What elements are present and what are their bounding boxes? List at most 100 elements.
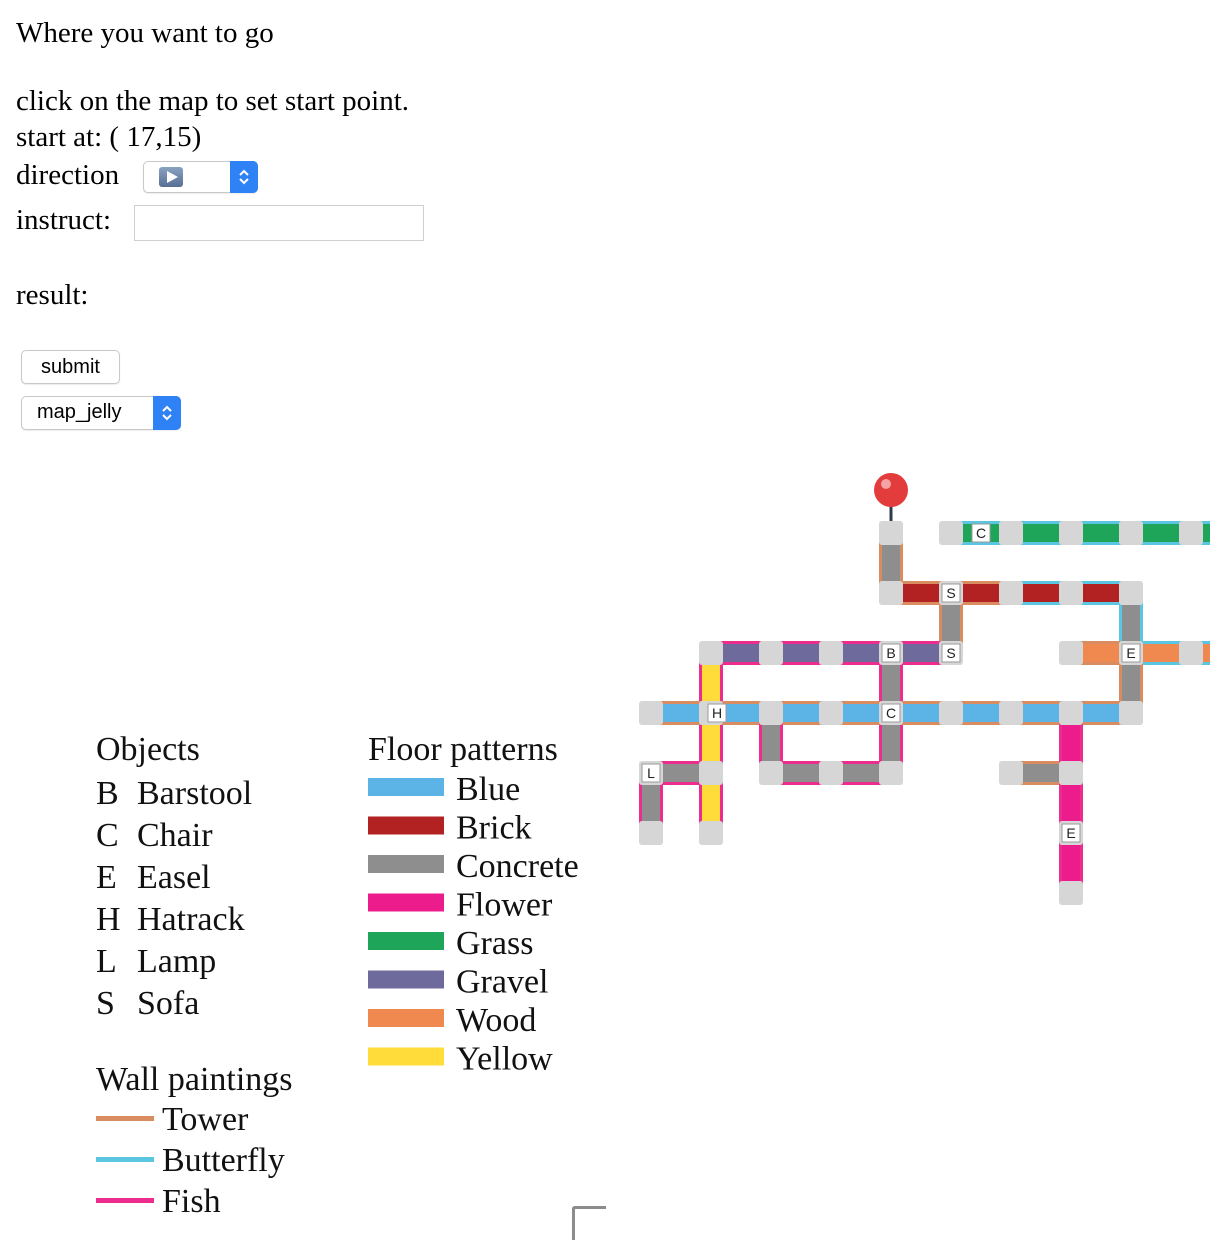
map-node[interactable]	[699, 761, 723, 785]
legend-walls: Wall paintings Tower Butterfly Fish	[96, 1061, 293, 1220]
legend-floor-name: Flower	[456, 887, 553, 924]
legend-wall-name: Tower	[162, 1101, 249, 1138]
legend-floor-swatch	[368, 932, 444, 950]
map-node[interactable]	[1059, 761, 1083, 785]
map-node[interactable]	[879, 761, 903, 785]
legend-object-code: H	[96, 901, 121, 938]
direction-select[interactable]	[143, 161, 258, 193]
legend-object-code: B	[96, 775, 119, 812]
legend-wall-name: Butterfly	[162, 1142, 285, 1179]
pin-highlight	[881, 479, 891, 489]
start-point-readout: start at: ( 17,15)	[16, 121, 202, 153]
map-node[interactable]	[1179, 521, 1203, 545]
legend-object-name: Chair	[137, 817, 213, 854]
map-node[interactable]	[1059, 521, 1083, 545]
resize-handle[interactable]	[572, 1206, 606, 1240]
map-node[interactable]	[1119, 521, 1143, 545]
legend-floor-swatch	[368, 816, 444, 835]
legend-wall-name: Fish	[162, 1183, 221, 1220]
map-node[interactable]	[1179, 641, 1203, 665]
legend-wall-swatch	[96, 1198, 154, 1203]
legend-floors: Floor patterns BlueBrickConcreteFlowerGr…	[368, 731, 579, 1078]
map-object-label: C	[886, 705, 896, 721]
map-node[interactable]	[999, 761, 1023, 785]
legend-objects: Objects B Barstool C Chair E Easel H Hatrack L La…	[96, 731, 252, 1022]
map-node[interactable]	[1059, 641, 1083, 665]
legend-object-name: Sofa	[137, 985, 199, 1022]
legend-object-name: Hatrack	[137, 901, 245, 938]
map-object-label: C	[976, 525, 986, 541]
map-node[interactable]	[879, 581, 903, 605]
map-object-label: E	[1066, 825, 1075, 841]
map-object-label: H	[712, 705, 722, 721]
map-node[interactable]	[879, 521, 903, 545]
map-node[interactable]	[699, 641, 723, 665]
legend-walls-title: Wall paintings	[96, 1061, 293, 1098]
map-object-label: S	[946, 585, 955, 601]
map-node[interactable]	[819, 701, 843, 725]
map-node[interactable]	[1119, 701, 1143, 725]
legend-floor-swatch	[368, 893, 444, 912]
legend-floor-swatch	[368, 1047, 444, 1066]
map-node[interactable]	[639, 701, 663, 725]
legend-object-code: C	[96, 817, 119, 854]
map-node[interactable]	[819, 641, 843, 665]
click-instruction-text: click on the map to set start point.	[16, 85, 410, 117]
legend-floor-swatch	[368, 855, 444, 873]
map-select-value: map_jelly	[37, 401, 122, 423]
legend-object-name: Lamp	[137, 943, 216, 980]
direction-label: direction	[16, 159, 120, 191]
legend-object-name: Easel	[137, 859, 211, 896]
map-object-label: B	[886, 645, 895, 661]
map-object-label: L	[647, 765, 655, 781]
location-pin-icon	[874, 473, 908, 507]
map-node[interactable]	[819, 761, 843, 785]
legend-floor-name: Gravel	[456, 964, 549, 1001]
map-canvas[interactable]: CHSLBSEHCLE	[630, 468, 1210, 918]
instruct-input[interactable]	[134, 205, 424, 241]
map-object-label: E	[1126, 645, 1135, 661]
start-pin	[874, 473, 908, 521]
map-node[interactable]	[939, 521, 963, 545]
legend-floor-swatch	[368, 778, 444, 796]
legend-floor-name: Wood	[456, 1002, 536, 1039]
map-node[interactable]	[1059, 881, 1083, 905]
map-node[interactable]	[999, 521, 1023, 545]
legend-objects-title: Objects	[96, 731, 200, 768]
map-node[interactable]	[759, 701, 783, 725]
map-node[interactable]	[939, 701, 963, 725]
legend-object-code: E	[96, 859, 117, 896]
legend-floor-name: Concrete	[456, 848, 579, 885]
map-node[interactable]	[639, 821, 663, 845]
legend-floor-swatch	[368, 970, 444, 989]
result-label: result:	[16, 279, 89, 311]
map-node[interactable]	[999, 701, 1023, 725]
map-legend: Objects B Barstool C Chair E Easel H Hatrack L La…	[96, 731, 579, 1220]
select-arrows-icon	[230, 161, 258, 193]
legend-object-code: L	[96, 943, 117, 980]
page-heading: Where you want to go	[16, 17, 274, 49]
legend-wall-swatch	[96, 1116, 154, 1121]
map-node[interactable]	[1059, 581, 1083, 605]
map-node[interactable]	[1119, 581, 1143, 605]
map-select[interactable]: map_jelly	[21, 396, 181, 430]
legend-object-code: S	[96, 985, 115, 1022]
legend-wall-swatch	[96, 1157, 154, 1162]
legend-floors-title: Floor patterns	[368, 731, 558, 768]
map-node[interactable]	[699, 821, 723, 845]
legend-floor-swatch	[368, 1009, 444, 1027]
legend-object-name: Barstool	[137, 775, 252, 812]
play-arrow-icon	[159, 167, 183, 187]
submit-button[interactable]: submit	[21, 350, 120, 384]
map-object-label: S	[946, 645, 955, 661]
legend-floor-name: Yellow	[456, 1041, 553, 1078]
legend-floor-name: Brick	[456, 810, 532, 847]
map-node[interactable]	[759, 641, 783, 665]
map-node[interactable]	[999, 581, 1023, 605]
select-arrows-icon	[153, 396, 181, 430]
legend-floor-name: Blue	[456, 771, 520, 808]
map-node[interactable]	[759, 761, 783, 785]
legend-floor-name: Grass	[456, 925, 533, 962]
map-node[interactable]	[1059, 701, 1083, 725]
instruct-label: instruct:	[16, 204, 112, 236]
